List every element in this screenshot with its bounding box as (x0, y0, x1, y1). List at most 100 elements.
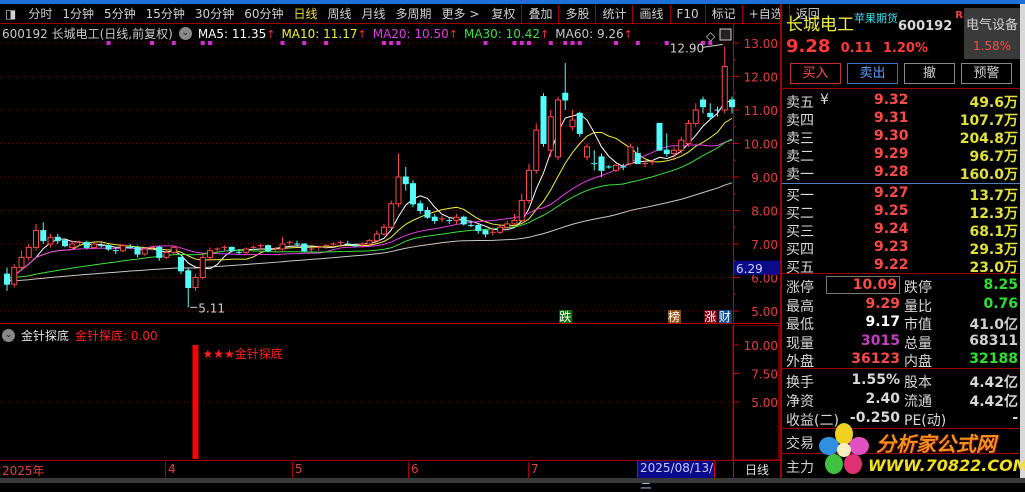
cancel-order-button[interactable]: 撤 (904, 63, 955, 84)
candle (598, 153, 605, 177)
bid-volume: 12.3万 (969, 206, 1018, 222)
stat-row[interactable]: 净资 2.40 流通 4.42亿 (786, 391, 1018, 410)
action-button[interactable]: 画线 (634, 5, 668, 22)
stat-row[interactable]: 涨停 10.09 跌停 8.25 (786, 276, 1018, 296)
sell-button[interactable]: 卖出 (847, 63, 898, 84)
candle (692, 103, 699, 127)
scrollbar[interactable] (1020, 4, 1025, 478)
divider (595, 4, 597, 23)
candle (620, 163, 627, 171)
bid-row[interactable]: 买一 9.27 13.7万 (786, 185, 1018, 204)
candle (178, 256, 184, 275)
candle (388, 200, 395, 229)
candle (591, 150, 598, 171)
stat-row[interactable]: 最低 9.17 市值 41.0亿 (786, 314, 1018, 333)
candle (54, 233, 61, 244)
stat-row[interactable]: 换手 1.55% 股本 4.42亿 (786, 372, 1018, 391)
signal-dot (150, 41, 154, 45)
candle (634, 146, 641, 165)
period-tab[interactable]: 更多 > (437, 5, 485, 22)
high-arrow (702, 43, 723, 48)
bid-row[interactable]: 买二 9.25 12.3万 (786, 203, 1018, 222)
stat-value: 10.09 (826, 276, 900, 294)
diamond-icon[interactable]: ◇ (706, 29, 716, 43)
period-tab[interactable]: 月线 (357, 5, 391, 22)
action-button[interactable]: 复权 (486, 5, 520, 22)
ask-row[interactable]: 卖一 9.28 160.0万 (786, 164, 1018, 183)
ask-row[interactable]: 卖四 9.31 107.7万 (786, 110, 1018, 129)
sector-name: 电气设备 (965, 18, 1018, 33)
period-tab[interactable]: 5分钟 (99, 5, 141, 22)
stat-label: 内盘 (904, 354, 932, 370)
period-tab[interactable]: 60分钟 (239, 5, 288, 22)
signal-dot (280, 41, 285, 45)
alert-button[interactable]: 预警 (961, 63, 1012, 84)
stat-row[interactable]: 现量 3015 总量 68311 (786, 333, 1018, 352)
signal-dot (382, 41, 386, 45)
quote-header: 长城电工苹果期货600192R (786, 10, 963, 35)
candle (207, 247, 213, 261)
indicator-chart[interactable]: 10.00 7.50 5.00 ★★★金针探底 (0, 325, 780, 460)
y-tick-label: 12.00 (744, 71, 778, 85)
action-button[interactable]: 统计 (597, 5, 631, 22)
candle (576, 111, 583, 137)
candle (192, 274, 199, 291)
candle (700, 96, 706, 114)
stat-value: 9.17 (865, 314, 900, 330)
ask-label: 卖一 (786, 167, 814, 183)
stock-tag: 苹果期货 (854, 12, 898, 25)
ask-row[interactable]: 卖五 ¥9.32 49.6万 (786, 92, 1018, 111)
bid-row[interactable]: 买四 9.23 29.3万 (786, 239, 1018, 258)
candle (395, 153, 402, 208)
bid-row[interactable]: 买五 9.22 23.0万 (786, 257, 1018, 276)
ask-price: 9.29 (874, 146, 909, 162)
y-tick-label: 8.00 (751, 205, 778, 219)
period-tab[interactable]: 30分钟 (190, 5, 239, 22)
ask-volume: 49.6万 (969, 95, 1018, 111)
candle (47, 233, 54, 248)
stat-row[interactable]: 外盘 36123 内盘 32188 (786, 351, 1018, 370)
stat-row[interactable]: 最高 9.29 量比 0.76 (786, 296, 1018, 315)
action-button[interactable]: F10 (672, 7, 704, 21)
sector-change: 1.58% (972, 39, 1012, 53)
candle (540, 93, 547, 147)
stat-label: 总量 (904, 335, 932, 352)
buy-button[interactable]: 买入 (790, 63, 841, 84)
panel-toggle-icon[interactable]: ◨ (0, 7, 21, 21)
period-label[interactable]: 日线 (733, 461, 780, 478)
candle (613, 163, 619, 172)
bid-row[interactable]: 买三 9.24 68.1万 (786, 221, 1018, 240)
period-tab[interactable]: 分时 (23, 5, 57, 22)
period-tab[interactable]: 周线 (323, 5, 357, 22)
candle (286, 240, 293, 246)
sector-box[interactable]: 电气设备 1.58% (964, 8, 1020, 59)
trade-label: 交易 (786, 436, 814, 452)
candle (431, 213, 438, 224)
candle (4, 267, 10, 291)
ma30-line (6, 138, 733, 279)
date-label: 6 (408, 462, 419, 478)
divider (558, 4, 560, 23)
ask-row[interactable]: 卖二 9.29 96.7万 (786, 146, 1018, 165)
period-tab[interactable]: 多周期 (391, 5, 437, 22)
ask-label: 卖四 (786, 113, 814, 129)
period-tab[interactable]: 日线 (288, 5, 322, 22)
stat-label: 最低 (786, 317, 814, 333)
action-button[interactable]: 叠加 (523, 5, 557, 22)
price-row: 9.28 0.11 1.20% (786, 36, 928, 57)
ask-row[interactable]: 卖三 9.30 204.8万 (786, 128, 1018, 147)
action-button[interactable]: 多股 (560, 5, 594, 22)
candle (170, 245, 177, 255)
panel-toggle-icon[interactable] (719, 28, 732, 41)
period-tab[interactable]: 15分钟 (141, 5, 190, 22)
price-chart[interactable]: 13.0012.0011.0010.009.008.007.006.005.00… (0, 24, 780, 324)
period-tab[interactable]: 1分钟 (57, 5, 99, 22)
ask-price: 9.30 (874, 128, 909, 144)
divider (782, 88, 1020, 89)
signal-dot (635, 41, 640, 45)
date-label: 4 (165, 462, 176, 478)
watermark-url: WWW.70822.COM (868, 456, 1025, 475)
action-button[interactable]: 标记 (707, 5, 741, 22)
bid-volume: 23.0万 (969, 260, 1018, 276)
candle (257, 244, 264, 250)
